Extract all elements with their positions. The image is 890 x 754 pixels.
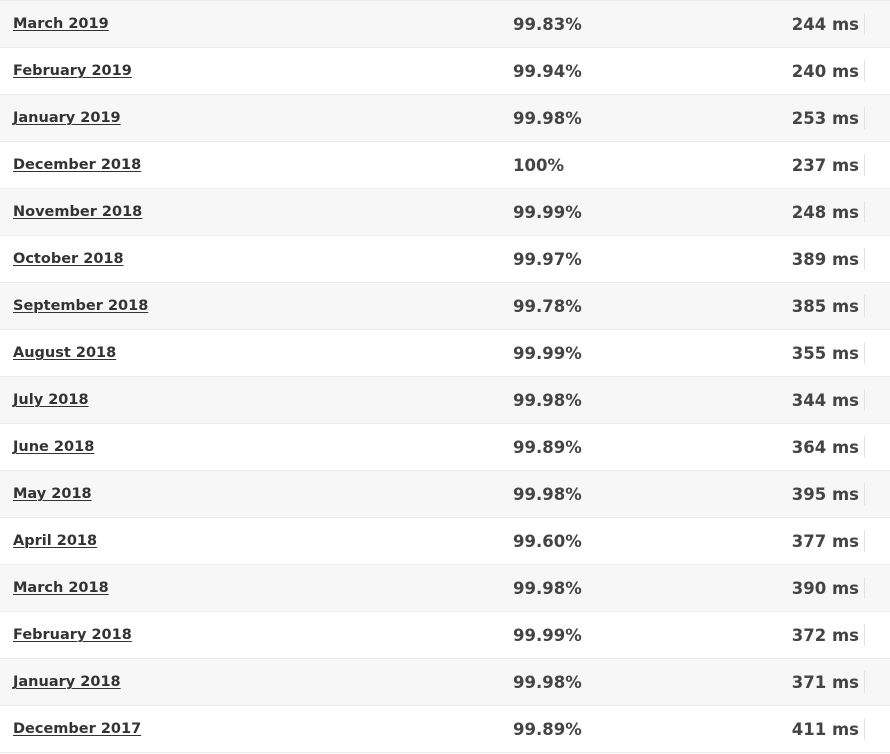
month-link[interactable]: January 2019 [13, 110, 121, 126]
month-cell: February 2019 [0, 63, 513, 79]
month-cell: April 2018 [0, 533, 513, 549]
month-link[interactable]: April 2018 [13, 533, 97, 549]
uptime-value: 99.99% [513, 343, 582, 363]
month-cell: May 2018 [0, 486, 513, 502]
uptime-value: 99.98% [513, 672, 582, 692]
response-time-value: 364 ms [791, 437, 859, 457]
uptime-value: 99.89% [513, 437, 582, 457]
response-time-value: 371 ms [791, 672, 859, 692]
column-divider [864, 671, 865, 693]
uptime-value: 99.60% [513, 531, 582, 551]
response-time-value: 248 ms [791, 202, 859, 222]
table-row: January 2018 99.98% 371 ms [0, 659, 890, 706]
table-row: July 2018 99.98% 344 ms [0, 377, 890, 424]
month-cell: December 2017 [0, 721, 513, 737]
month-link[interactable]: December 2018 [13, 157, 141, 173]
uptime-value: 100% [513, 155, 564, 175]
column-divider [864, 624, 865, 646]
column-divider [864, 342, 865, 364]
month-link[interactable]: February 2019 [13, 63, 132, 79]
uptime-value: 99.98% [513, 108, 582, 128]
table-row: April 2018 99.60% 377 ms [0, 518, 890, 565]
month-cell: December 2018 [0, 157, 513, 173]
month-link[interactable]: March 2018 [13, 580, 109, 596]
column-divider [864, 577, 865, 599]
response-time-value: 389 ms [791, 249, 859, 269]
response-time-value: 395 ms [791, 484, 859, 504]
month-link[interactable]: March 2019 [13, 16, 109, 32]
uptime-value: 99.99% [513, 202, 582, 222]
response-time-value: 385 ms [791, 296, 859, 316]
column-divider [864, 107, 865, 129]
column-divider [864, 389, 865, 411]
month-link[interactable]: December 2017 [13, 721, 141, 737]
response-time-value: 355 ms [791, 343, 859, 363]
table-row: December 2017 99.89% 411 ms [0, 706, 890, 753]
uptime-value: 99.97% [513, 249, 582, 269]
month-link[interactable]: January 2018 [13, 674, 121, 690]
response-time-value: 372 ms [791, 625, 859, 645]
table-row: February 2018 99.99% 372 ms [0, 612, 890, 659]
uptime-value: 99.83% [513, 14, 582, 34]
table-row: December 2018 100% 237 ms [0, 142, 890, 189]
column-divider [864, 436, 865, 458]
table-row: May 2018 99.98% 395 ms [0, 471, 890, 518]
column-divider [864, 201, 865, 223]
month-link[interactable]: June 2018 [13, 439, 94, 455]
month-link[interactable]: February 2018 [13, 627, 132, 643]
table-row: March 2019 99.83% 244 ms [0, 1, 890, 48]
month-cell: January 2018 [0, 674, 513, 690]
month-cell: March 2018 [0, 580, 513, 596]
table-row: January 2019 99.98% 253 ms [0, 95, 890, 142]
month-cell: August 2018 [0, 345, 513, 361]
month-cell: March 2019 [0, 16, 513, 32]
uptime-value: 99.94% [513, 61, 582, 81]
month-cell: November 2018 [0, 204, 513, 220]
month-cell: February 2018 [0, 627, 513, 643]
month-link[interactable]: July 2018 [13, 392, 89, 408]
month-cell: September 2018 [0, 298, 513, 314]
column-divider [864, 248, 865, 270]
response-time-value: 411 ms [791, 719, 859, 739]
table-row: March 2018 99.98% 390 ms [0, 565, 890, 612]
column-divider [864, 530, 865, 552]
column-divider [864, 154, 865, 176]
table-row: August 2018 99.99% 355 ms [0, 330, 890, 377]
table-row: October 2018 99.97% 389 ms [0, 236, 890, 283]
response-time-value: 240 ms [791, 61, 859, 81]
month-link[interactable]: August 2018 [13, 345, 116, 361]
month-cell: January 2019 [0, 110, 513, 126]
response-time-value: 244 ms [791, 14, 859, 34]
uptime-value: 99.98% [513, 390, 582, 410]
response-time-value: 253 ms [791, 108, 859, 128]
month-cell: June 2018 [0, 439, 513, 455]
response-time-value: 237 ms [791, 155, 859, 175]
column-divider [864, 60, 865, 82]
table-row: September 2018 99.78% 385 ms [0, 283, 890, 330]
month-link[interactable]: October 2018 [13, 251, 124, 267]
column-divider [864, 483, 865, 505]
month-link[interactable]: November 2018 [13, 204, 142, 220]
table-row: June 2018 99.89% 364 ms [0, 424, 890, 471]
uptime-value: 99.89% [513, 719, 582, 739]
column-divider [864, 13, 865, 35]
monthly-uptime-table: March 2019 99.83% 244 ms February 2019 9… [0, 0, 890, 753]
response-time-value: 390 ms [791, 578, 859, 598]
table-row: November 2018 99.99% 248 ms [0, 189, 890, 236]
month-link[interactable]: September 2018 [13, 298, 148, 314]
month-cell: October 2018 [0, 251, 513, 267]
month-link[interactable]: May 2018 [13, 486, 92, 502]
uptime-value: 99.99% [513, 625, 582, 645]
column-divider [864, 295, 865, 317]
response-time-value: 344 ms [791, 390, 859, 410]
uptime-value: 99.78% [513, 296, 582, 316]
uptime-value: 99.98% [513, 484, 582, 504]
month-cell: July 2018 [0, 392, 513, 408]
uptime-value: 99.98% [513, 578, 582, 598]
column-divider [864, 718, 865, 740]
response-time-value: 377 ms [791, 531, 859, 551]
table-row: February 2019 99.94% 240 ms [0, 48, 890, 95]
